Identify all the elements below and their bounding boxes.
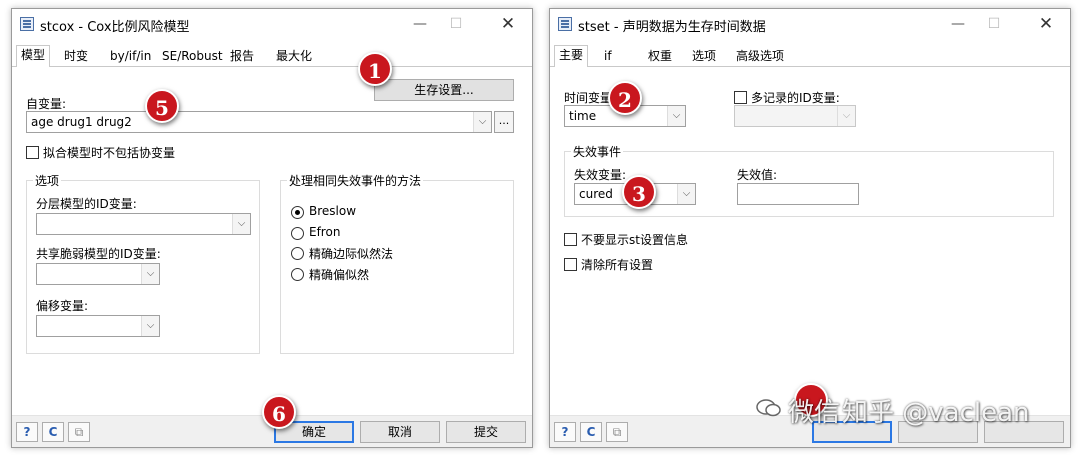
cancel-button[interactable]: 取消	[360, 421, 440, 443]
app-icon	[558, 17, 572, 31]
chevron-down-icon[interactable]: ⌵	[667, 106, 685, 126]
stcox-dialog: stcox - Cox比例风险模型 — ☐ ✕ 模型 时变 by/if/in S…	[11, 8, 533, 448]
multi-record-select[interactable]: ⌵	[734, 105, 856, 127]
stset-dialog: stset - 声明数据为生存时间数据 — ☐ ✕ 主要 if 权重 选项 高级…	[549, 8, 1071, 448]
app-icon	[20, 17, 34, 31]
dialog-body: 时间变量: time ⌵ 多记录的ID变量: ⌵ 失效事件 失效变量: cure…	[550, 67, 1070, 415]
close-button[interactable]: ✕	[1030, 13, 1062, 35]
chevron-down-icon[interactable]: ⌵	[232, 214, 250, 234]
shared-frailty-select[interactable]: ⌵	[36, 263, 160, 285]
multi-record-checkbox[interactable]	[734, 91, 747, 104]
reset-icon[interactable]: C	[42, 422, 64, 442]
minimize-button[interactable]: —	[404, 13, 436, 35]
reset-icon[interactable]: C	[580, 422, 602, 442]
chevron-down-icon[interactable]: ⌵	[473, 112, 491, 132]
chevron-down-icon[interactable]: ⌵	[141, 264, 159, 284]
submit-button[interactable]: 提交	[446, 421, 526, 443]
failure-var-value: cured	[579, 187, 613, 201]
strata-id-select[interactable]: ⌵	[36, 213, 251, 235]
ties-exactm-label: 精确边际似然法	[309, 247, 394, 261]
callout-badge-5: 5	[145, 89, 179, 123]
tab-model[interactable]: 模型	[16, 45, 51, 68]
title-bar[interactable]: stset - 声明数据为生存时间数据 — ☐ ✕	[550, 9, 1070, 39]
failure-value-label: 失效值:	[737, 168, 778, 182]
tab-if[interactable]: if	[600, 47, 616, 67]
dialog-body: 生存设置... 自变量: age drug1 drug2 ⌵ ... 拟合模型时…	[12, 67, 532, 415]
chevron-down-icon[interactable]: ⌵	[141, 316, 159, 336]
ties-efron-label: Efron	[309, 225, 341, 239]
help-icon[interactable]: ?	[554, 422, 576, 442]
tab-bar: 主要 if 权重 选项 高级选项	[550, 45, 1070, 68]
ties-exactp-label: 精确偏似然	[309, 268, 370, 282]
callout-badge-1: 1	[358, 52, 392, 86]
tab-maximize[interactable]: 最大化	[272, 47, 316, 67]
chevron-down-icon[interactable]: ⌵	[677, 184, 695, 204]
tab-report[interactable]: 报告	[226, 47, 258, 67]
callout-badge-3: 3	[622, 175, 656, 209]
tab-options[interactable]: 选项	[688, 47, 720, 67]
help-icon[interactable]: ?	[16, 422, 38, 442]
no-show-checkbox[interactable]	[564, 233, 577, 246]
tab-main[interactable]: 主要	[554, 45, 589, 68]
offset-label: 偏移变量:	[36, 299, 89, 313]
window-title: stset - 声明数据为生存时间数据	[578, 20, 766, 35]
tab-weights[interactable]: 权重	[644, 47, 676, 67]
tab-by-if-in[interactable]: by/if/in	[106, 47, 155, 67]
failure-var-label: 失效变量:	[574, 168, 627, 182]
varlist-browse-button[interactable]: ...	[494, 111, 514, 133]
watermark-text-2: 知乎 @vaclean	[842, 398, 1030, 428]
title-bar[interactable]: stcox - Cox比例风险模型 — ☐ ✕	[12, 9, 532, 39]
minimize-button[interactable]: —	[942, 13, 974, 35]
clear-all-checkbox[interactable]	[564, 258, 577, 271]
no-show-label: 不要显示st设置信息	[581, 233, 688, 247]
multi-record-label: 多记录的ID变量:	[751, 91, 840, 105]
maximize-button[interactable]: ☐	[440, 13, 472, 35]
copy-icon[interactable]: ⧉	[68, 422, 90, 442]
ties-group-title: 处理相同失效事件的方法	[287, 172, 424, 189]
chevron-down-icon[interactable]: ⌵	[837, 106, 855, 126]
wechat-icon	[756, 399, 781, 417]
offset-select[interactable]: ⌵	[36, 315, 160, 337]
ties-breslow-radio[interactable]	[291, 206, 304, 219]
callout-badge-2: 2	[608, 81, 642, 115]
ties-breslow-label: Breslow	[309, 204, 357, 218]
tab-advanced[interactable]: 高级选项	[732, 47, 788, 67]
ties-exactp-radio[interactable]	[291, 268, 304, 281]
time-var-value: time	[569, 109, 597, 123]
window-title: stcox - Cox比例风险模型	[40, 20, 190, 35]
indepvars-label: 自变量:	[26, 97, 67, 111]
clear-all-label: 清除所有设置	[581, 258, 654, 272]
no-covariates-label: 拟合模型时不包括协变量	[43, 146, 176, 160]
survival-settings-button[interactable]: 生存设置...	[374, 79, 514, 101]
ties-efron-radio[interactable]	[291, 227, 304, 240]
options-group-title: 选项	[33, 172, 62, 189]
tab-bar: 模型 时变 by/if/in SE/Robust 报告 最大化	[12, 45, 532, 68]
failure-value-input[interactable]	[737, 183, 859, 205]
options-group: 选项 分层模型的ID变量: ⌵ 共享脆弱模型的ID变量: ⌵ 偏移变量: ⌵	[26, 172, 260, 354]
indepvars-value: age drug1 drug2	[31, 115, 132, 129]
ties-group: 处理相同失效事件的方法 Breslow Efron 精确边际似然法 精确偏似然	[280, 172, 514, 354]
callout-badge-6: 6	[262, 395, 296, 429]
strata-id-label: 分层模型的ID变量:	[36, 197, 137, 211]
indepvars-input[interactable]: age drug1 drug2 ⌵	[26, 111, 492, 133]
close-button[interactable]: ✕	[492, 13, 524, 35]
failure-group-title: 失效事件	[571, 143, 624, 160]
copy-icon[interactable]: ⧉	[606, 422, 628, 442]
tab-time-varying[interactable]: 时变	[60, 47, 92, 67]
shared-frailty-label: 共享脆弱模型的ID变量:	[36, 247, 161, 261]
no-covariates-checkbox[interactable]	[26, 146, 39, 159]
maximize-button[interactable]: ☐	[978, 13, 1010, 35]
watermark-text-1: 微信	[788, 398, 841, 428]
tab-se-robust[interactable]: SE/Robust	[158, 47, 227, 67]
ties-exactm-radio[interactable]	[291, 247, 304, 260]
